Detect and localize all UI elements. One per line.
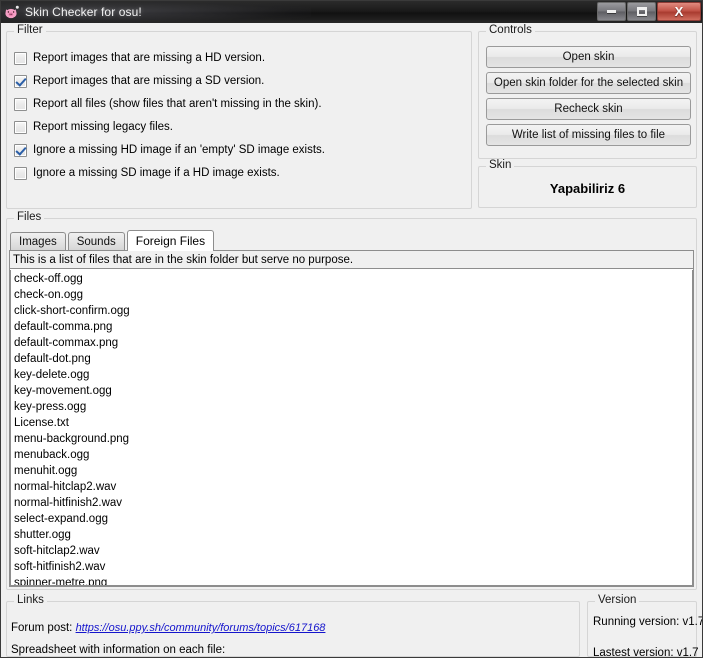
foreign-files-listbox[interactable]: check-off.ogg check-on.ogg click-short-c…	[10, 270, 693, 586]
list-item[interactable]: key-delete.ogg	[14, 367, 692, 383]
version-group: Version Running version: v1.7 Lastest ve…	[587, 594, 702, 658]
list-item[interactable]: default-commax.png	[14, 335, 692, 351]
checkbox-ignore-hd-if-empty-sd[interactable]: Ignore a missing HD image if an 'empty' …	[14, 142, 325, 158]
controls-group: Controls Open skin Open skin folder for …	[478, 24, 697, 159]
list-item[interactable]: License.txt	[14, 415, 692, 431]
write-missing-files-button[interactable]: Write list of missing files to file	[486, 124, 691, 146]
running-version-text: Running version: v1.7	[593, 616, 703, 628]
minimize-button[interactable]	[597, 2, 626, 21]
files-group-title: Files	[14, 211, 45, 223]
latest-version-text: Lastest version: v1.7	[593, 647, 699, 658]
list-item[interactable]: spinner-metre.png	[14, 575, 692, 585]
list-item[interactable]: default-comma.png	[14, 319, 692, 335]
spreadsheet-label-line: Spreadsheet with information on each fil…	[11, 644, 225, 656]
checkbox-label: Ignore a missing SD image if a HD image …	[33, 167, 280, 179]
links-group-title: Links	[14, 594, 47, 606]
checkbox-indicator[interactable]	[14, 143, 27, 157]
checkbox-report-missing-sd[interactable]: Report images that are missing a SD vers…	[14, 73, 264, 89]
list-item[interactable]: key-movement.ogg	[14, 383, 692, 399]
checkbox-report-missing-hd[interactable]: Report images that are missing a HD vers…	[14, 50, 265, 66]
files-tabstrip: Images Sounds Foreign Files	[10, 230, 216, 251]
window-controls: X	[596, 2, 701, 21]
list-item[interactable]: soft-hitclap2.wav	[14, 543, 692, 559]
skin-name-value: Yapabiliriz 6	[549, 181, 626, 196]
application-window: Skin Checker for osu! X Filter Report im…	[0, 0, 703, 658]
checkbox-label: Report all files (show files that aren't…	[33, 98, 322, 110]
checkbox-indicator[interactable]	[14, 120, 27, 134]
skin-group-title: Skin	[486, 159, 515, 171]
tab-images[interactable]: Images	[10, 232, 66, 251]
forum-post-line: Forum post: https://osu.ppy.sh/community…	[11, 622, 325, 634]
checkbox-ignore-sd-if-hd[interactable]: Ignore a missing SD image if a HD image …	[14, 165, 280, 181]
foreign-files-panel: This is a list of files that are in the …	[9, 250, 694, 587]
close-button[interactable]: X	[657, 2, 701, 21]
checkbox-label: Ignore a missing HD image if an 'empty' …	[33, 144, 326, 156]
checkbox-label: Report images that are missing a SD vers…	[33, 75, 265, 87]
minimize-icon	[607, 10, 616, 13]
checkbox-indicator[interactable]	[14, 51, 27, 65]
spreadsheet-label: Spreadsheet with information on each fil…	[11, 644, 226, 656]
maximize-button[interactable]	[627, 2, 656, 21]
files-group: Files Images Sounds Foreign Files This i…	[6, 211, 697, 590]
list-item[interactable]: check-off.ogg	[14, 271, 692, 287]
controls-group-title: Controls	[486, 24, 535, 36]
links-group: Links Forum post: https://osu.ppy.sh/com…	[6, 594, 580, 657]
list-item[interactable]: normal-hitclap2.wav	[14, 479, 692, 495]
close-icon: X	[674, 4, 684, 19]
open-skin-button[interactable]: Open skin	[486, 46, 691, 68]
list-item[interactable]: select-expand.ogg	[14, 511, 692, 527]
filter-group: Filter Report images that are missing a …	[6, 24, 472, 209]
title-bar[interactable]: Skin Checker for osu! X	[1, 1, 702, 23]
list-item[interactable]: click-short-confirm.ogg	[14, 303, 692, 319]
list-item[interactable]: soft-hitfinish2.wav	[14, 559, 692, 575]
checkbox-report-legacy[interactable]: Report missing legacy files.	[14, 119, 173, 135]
list-item[interactable]: key-press.ogg	[14, 399, 692, 415]
forum-post-link[interactable]: https://osu.ppy.sh/community/forums/topi…	[76, 622, 326, 634]
open-skin-folder-button[interactable]: Open skin folder for the selected skin	[486, 72, 691, 94]
version-group-title: Version	[595, 594, 640, 606]
checkbox-indicator[interactable]	[14, 74, 27, 88]
recheck-skin-button[interactable]: Recheck skin	[486, 98, 691, 120]
list-item[interactable]: default-dot.png	[14, 351, 692, 367]
list-item[interactable]: shutter.ogg	[14, 527, 692, 543]
tab-foreign-files[interactable]: Foreign Files	[126, 230, 215, 251]
tab-sounds[interactable]: Sounds	[67, 232, 125, 251]
window-title: Skin Checker for osu!	[25, 5, 142, 19]
list-item[interactable]: menu-background.png	[14, 431, 692, 447]
checkbox-label: Report missing legacy files.	[33, 121, 173, 133]
client-area: Filter Report images that are missing a …	[1, 23, 702, 657]
skin-group: Skin Yapabiliriz 6	[478, 159, 697, 208]
filter-group-title: Filter	[14, 24, 46, 36]
list-item[interactable]: menuhit.ogg	[14, 463, 692, 479]
checkbox-report-all-files[interactable]: Report all files (show files that aren't…	[14, 96, 322, 112]
list-item[interactable]: normal-hitfinish2.wav	[14, 495, 692, 511]
list-item[interactable]: check-on.ogg	[14, 287, 692, 303]
checkbox-indicator[interactable]	[14, 166, 27, 180]
forum-post-label: Forum post:	[11, 622, 73, 634]
checkbox-label: Report images that are missing a HD vers…	[33, 52, 266, 64]
foreign-files-description: This is a list of files that are in the …	[10, 251, 693, 269]
maximize-icon	[636, 7, 647, 16]
checkbox-indicator[interactable]	[14, 97, 27, 111]
pig-icon	[4, 4, 20, 20]
list-item[interactable]: menuback.ogg	[14, 447, 692, 463]
